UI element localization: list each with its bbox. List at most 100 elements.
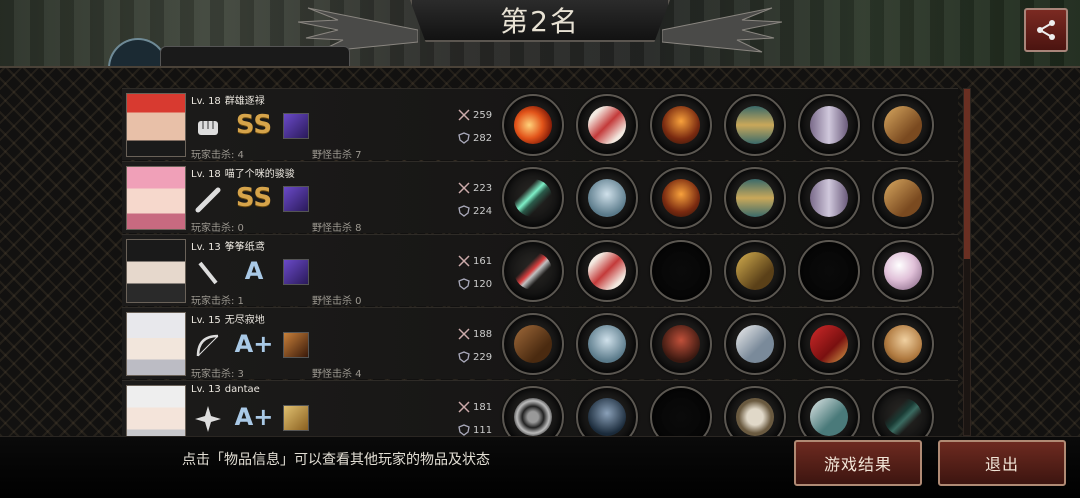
player-row[interactable]: Lv. 15 无尽寂地 A+ 玩家击杀: 3 野怪击杀 4 188 229	[122, 307, 958, 380]
item-slot[interactable]	[798, 313, 860, 375]
skill-icon	[283, 113, 309, 139]
share-button[interactable]	[1024, 8, 1068, 52]
player-avatar[interactable]	[126, 239, 186, 303]
attack-stat: 188	[458, 328, 492, 340]
weapon-grade: SS	[235, 110, 273, 140]
player-level-name: Lv. 13 dantae	[191, 384, 260, 395]
player-avatar[interactable]	[126, 312, 186, 376]
fist-icon	[192, 111, 224, 143]
defense-value: 120	[473, 278, 493, 290]
round-fan-icon	[884, 325, 922, 363]
player-avatar[interactable]	[126, 385, 186, 436]
empty-item-slot[interactable]	[650, 240, 712, 302]
wing-tiara-icon	[588, 106, 626, 144]
game-result-button[interactable]: 游戏结果	[794, 440, 922, 486]
player-row[interactable]: Lv. 18 喵了个咪的骏骏 SS 玩家击杀: 0 野怪击杀 8 223 224	[122, 161, 958, 234]
item-slot[interactable]	[650, 313, 712, 375]
player-level-name: Lv. 18 群雄逐禄	[191, 92, 265, 107]
crossbow-icon	[514, 325, 552, 363]
attack-stat: 223	[458, 182, 492, 194]
item-slot[interactable]	[576, 240, 638, 302]
player-kills: 玩家击杀: 3	[191, 369, 244, 380]
item-slots	[502, 386, 934, 436]
shield-icon	[458, 424, 470, 436]
player-avatar[interactable]	[126, 93, 186, 157]
monster-kills: 野怪击杀 7	[312, 150, 362, 161]
pearl-icon	[884, 252, 922, 290]
item-slot[interactable]	[576, 386, 638, 436]
scrollbar-thumb[interactable]	[964, 89, 970, 259]
weapon-grade: A+	[234, 330, 274, 358]
gem-bracelet-icon	[736, 179, 774, 217]
player-name: 群雄逐禄	[224, 96, 265, 107]
defense-value: 229	[473, 351, 493, 363]
player-row[interactable]: Lv. 13dantae A+ 玩家击杀 181 111	[122, 380, 958, 436]
attack-value: 161	[473, 255, 493, 267]
item-slot[interactable]	[724, 313, 786, 375]
wing-tiara-icon	[588, 252, 626, 290]
skill-icon	[283, 405, 309, 431]
item-slot[interactable]	[502, 94, 564, 156]
item-slot[interactable]	[798, 167, 860, 229]
item-slot[interactable]	[502, 240, 564, 302]
monster-kills: 野怪击杀 8	[312, 223, 362, 234]
swords-icon	[458, 255, 470, 267]
share-icon	[1037, 20, 1055, 40]
item-slot[interactable]	[798, 94, 860, 156]
empty-item-slot[interactable]	[798, 240, 860, 302]
player-name: 筝筝纸鸢	[224, 242, 265, 253]
shield-icon	[458, 351, 470, 363]
boots-icon	[810, 106, 848, 144]
gem-bracelet-icon	[736, 106, 774, 144]
defense-value: 224	[473, 205, 493, 217]
red-heels-icon	[810, 325, 848, 363]
item-slot[interactable]	[650, 94, 712, 156]
weapon-grade: A	[244, 257, 264, 285]
empty-item-slot[interactable]	[650, 386, 712, 436]
player-row[interactable]: Lv. 13 筝筝纸鸢 A 玩家击杀: 1 野怪击杀 0 161 120	[122, 234, 958, 307]
item-slot[interactable]	[724, 167, 786, 229]
attack-stat: 259	[458, 109, 492, 121]
bracer-icon	[736, 325, 774, 363]
player-avatar[interactable]	[126, 166, 186, 230]
item-slot[interactable]	[872, 386, 934, 436]
player-level-name: Lv. 15 无尽寂地	[191, 311, 265, 326]
item-slot[interactable]	[872, 313, 934, 375]
player-level-name: Lv. 18 喵了个咪的骏骏	[191, 165, 295, 180]
exit-button[interactable]: 退出	[938, 440, 1066, 486]
attack-value: 259	[473, 109, 493, 121]
twin-swords-icon	[514, 179, 552, 217]
shield-icon	[458, 205, 470, 217]
defense-value: 111	[473, 424, 493, 436]
player-row[interactable]: Lv. 18 群雄逐禄 SS 玩家击杀: 4 野怪击杀 7 259 282	[122, 88, 958, 161]
item-slot[interactable]	[798, 386, 860, 436]
item-slot[interactable]	[872, 94, 934, 156]
defense-stat: 120	[458, 278, 492, 290]
attack-stat: 161	[458, 255, 492, 267]
scrollbar[interactable]	[963, 88, 971, 436]
flame-armor-icon	[662, 179, 700, 217]
player-tab[interactable]	[160, 46, 350, 68]
player-level-name: Lv. 13 筝筝纸鸢	[191, 238, 265, 253]
treasure-box-icon	[884, 106, 922, 144]
item-slot[interactable]	[724, 386, 786, 436]
player-kills: 玩家击杀: 0	[191, 223, 244, 234]
item-slot[interactable]	[872, 167, 934, 229]
swords-icon	[458, 182, 470, 194]
monster-kills: 野怪击杀 0	[312, 296, 362, 307]
item-slot[interactable]	[502, 386, 564, 436]
player-kills: 玩家击杀: 1	[191, 296, 244, 307]
item-slot[interactable]	[576, 167, 638, 229]
orb-headgear-icon	[588, 398, 626, 436]
item-slot[interactable]	[872, 240, 934, 302]
treasure-box-icon	[884, 179, 922, 217]
skill-icon	[283, 186, 309, 212]
item-slot[interactable]	[502, 167, 564, 229]
item-slot[interactable]	[502, 313, 564, 375]
item-slot[interactable]	[724, 94, 786, 156]
item-slot[interactable]	[576, 94, 638, 156]
item-slot[interactable]	[724, 240, 786, 302]
item-slot[interactable]	[650, 167, 712, 229]
sneakers-icon	[810, 398, 848, 436]
item-slot[interactable]	[576, 313, 638, 375]
